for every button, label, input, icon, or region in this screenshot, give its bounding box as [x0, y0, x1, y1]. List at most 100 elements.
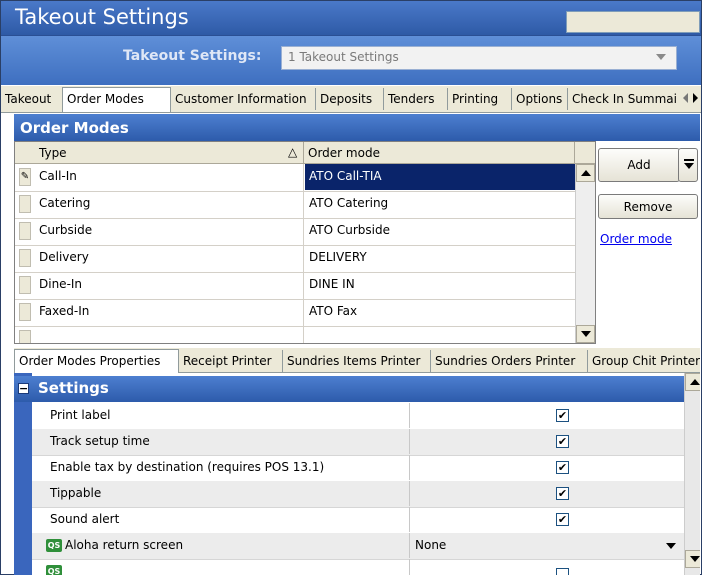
dropdown-value: None — [415, 538, 447, 552]
tab-receipt-printer[interactable]: Receipt Printer — [179, 350, 283, 372]
window-title: Takeout Settings — [15, 5, 189, 29]
row-selector — [19, 249, 31, 267]
tab-deposits[interactable]: Deposits — [316, 88, 384, 110]
property-row: Sound alert ✔ — [32, 507, 684, 534]
table-row[interactable]: Faxed-In ATO Fax — [15, 299, 575, 327]
tab-sundries-items-printer[interactable]: Sundries Items Printer — [283, 350, 431, 372]
row-order-mode: DELIVERY — [309, 250, 367, 264]
tab-order-modes-properties[interactable]: Order Modes Properties — [14, 349, 179, 374]
row-type: Delivery — [39, 250, 89, 264]
order-modes-grid: Type △ Order mode ✎ Call-In ATO Call-TIA… — [14, 141, 596, 344]
tab-check-in-summary[interactable]: Check In Summai — [568, 88, 681, 110]
tab-scroll-right-icon[interactable] — [693, 93, 698, 103]
remove-button[interactable]: Remove — [598, 194, 698, 219]
order-mode-link[interactable]: Order mode — [600, 232, 672, 246]
table-row[interactable]: Catering ATO Catering — [15, 191, 575, 219]
add-dropdown-button[interactable] — [678, 148, 698, 182]
property-label: Sound alert — [32, 507, 410, 532]
takeout-settings-dropdown[interactable]: 1 Takeout Settings — [281, 46, 677, 70]
tab-printing[interactable]: Printing — [448, 88, 512, 110]
tab-options[interactable]: Options — [512, 88, 568, 110]
row-type: Catering — [39, 196, 91, 210]
row-selector — [19, 222, 31, 240]
property-row: Enable tax by destination (requires POS … — [32, 455, 684, 482]
property-label: Track setup time — [32, 429, 410, 454]
row-type: Curbside — [39, 223, 93, 237]
settings-group-header[interactable]: − Settings — [14, 376, 684, 402]
grid-header: Type △ Order mode — [15, 142, 595, 164]
property-grid: − Settings Print label ✔ Track setup tim… — [14, 373, 700, 575]
row-type: Call-In — [39, 169, 77, 183]
table-row[interactable]: ✎ Call-In ATO Call-TIA — [15, 164, 575, 192]
tab-order-modes[interactable]: Order Modes — [62, 87, 171, 112]
scroll-up-icon[interactable] — [576, 164, 595, 182]
row-type: Faxed-In — [39, 304, 90, 318]
menu-bar-icon — [684, 159, 694, 161]
property-label: Aloha return screen — [65, 538, 184, 552]
qs-badge-icon: QS — [46, 565, 62, 575]
track-setup-time-checkbox[interactable]: ✔ — [556, 435, 569, 448]
add-button-label: Add — [627, 158, 651, 172]
property-gutter — [14, 373, 32, 575]
column-type[interactable]: Type — [39, 146, 67, 160]
tab-sundries-orders-printer[interactable]: Sundries Orders Printer — [431, 350, 588, 372]
property-value: ✔ — [411, 403, 684, 428]
qs-badge-icon: QS — [46, 539, 62, 552]
settings-selector-row: Takeout Settings: 1 Takeout Settings — [1, 35, 701, 85]
collapse-icon[interactable]: − — [18, 383, 29, 394]
property-row: QS Aloha return screen None — [32, 533, 684, 560]
row-order-mode: ATO Curbside — [309, 223, 390, 237]
property-label: Enable tax by destination (requires POS … — [32, 455, 410, 480]
tab-scroll-left-icon[interactable] — [683, 93, 688, 103]
section-header: Order Modes — [14, 114, 700, 141]
tab-customer-information[interactable]: Customer Information — [171, 88, 316, 110]
tab-group-chit-printer[interactable]: Group Chit Printer — [588, 350, 700, 372]
row-edit-icon: ✎ — [19, 168, 31, 186]
property-value: ✔ — [411, 481, 684, 506]
sort-ascending-icon: △ — [288, 145, 298, 159]
property-scrollbar[interactable] — [684, 373, 700, 575]
property-tabs: Order Modes Properties Receipt Printer S… — [14, 348, 700, 374]
property-label-container: QS Aloha return screen — [32, 533, 410, 558]
partial-checkbox[interactable] — [556, 568, 569, 575]
chevron-down-icon — [656, 54, 666, 60]
tippable-checkbox[interactable]: ✔ — [556, 487, 569, 500]
row-selector — [19, 303, 31, 321]
enable-tax-checkbox[interactable]: ✔ — [556, 461, 569, 474]
property-label: Tippable — [32, 481, 410, 506]
row-order-mode: ATO Catering — [309, 196, 389, 210]
column-order-mode[interactable]: Order mode — [308, 146, 380, 160]
chevron-down-icon — [684, 163, 694, 169]
remove-button-label: Remove — [623, 200, 673, 214]
row-order-mode: ATO Call-TIA — [309, 169, 382, 183]
main-tabs: Takeout Order Modes Customer Information… — [1, 86, 701, 113]
property-row-partial: QS — [32, 559, 684, 575]
property-value — [411, 559, 684, 575]
table-row[interactable]: Dine-In DINE IN — [15, 272, 575, 300]
print-label-checkbox[interactable]: ✔ — [556, 409, 569, 422]
tab-takeout[interactable]: Takeout — [1, 88, 63, 110]
chevron-down-icon — [666, 543, 676, 549]
property-value: ✔ — [411, 429, 684, 454]
property-row: Track setup time ✔ — [32, 429, 684, 456]
scroll-down-icon[interactable] — [685, 550, 700, 568]
table-row[interactable]: Delivery DELIVERY — [15, 245, 575, 273]
row-selector — [19, 330, 31, 343]
selector-value: 1 Takeout Settings — [288, 50, 399, 64]
row-type: Dine-In — [39, 277, 83, 291]
settings-group-title: Settings — [38, 379, 109, 397]
row-order-mode: DINE IN — [309, 277, 355, 291]
scroll-up-icon[interactable] — [685, 373, 700, 391]
selector-label: Takeout Settings: — [123, 48, 262, 64]
aloha-return-screen-dropdown[interactable]: None — [411, 533, 684, 558]
grid-scrollbar[interactable] — [575, 164, 595, 343]
title-bar-field — [566, 11, 700, 33]
tab-tenders[interactable]: Tenders — [384, 88, 448, 110]
add-button[interactable]: Add — [598, 148, 680, 182]
sound-alert-checkbox[interactable]: ✔ — [556, 513, 569, 526]
property-label: Print label — [32, 403, 410, 428]
row-selector — [19, 276, 31, 294]
table-row-partial[interactable] — [15, 326, 575, 343]
scroll-down-icon[interactable] — [576, 325, 595, 343]
table-row[interactable]: Curbside ATO Curbside — [15, 218, 575, 246]
